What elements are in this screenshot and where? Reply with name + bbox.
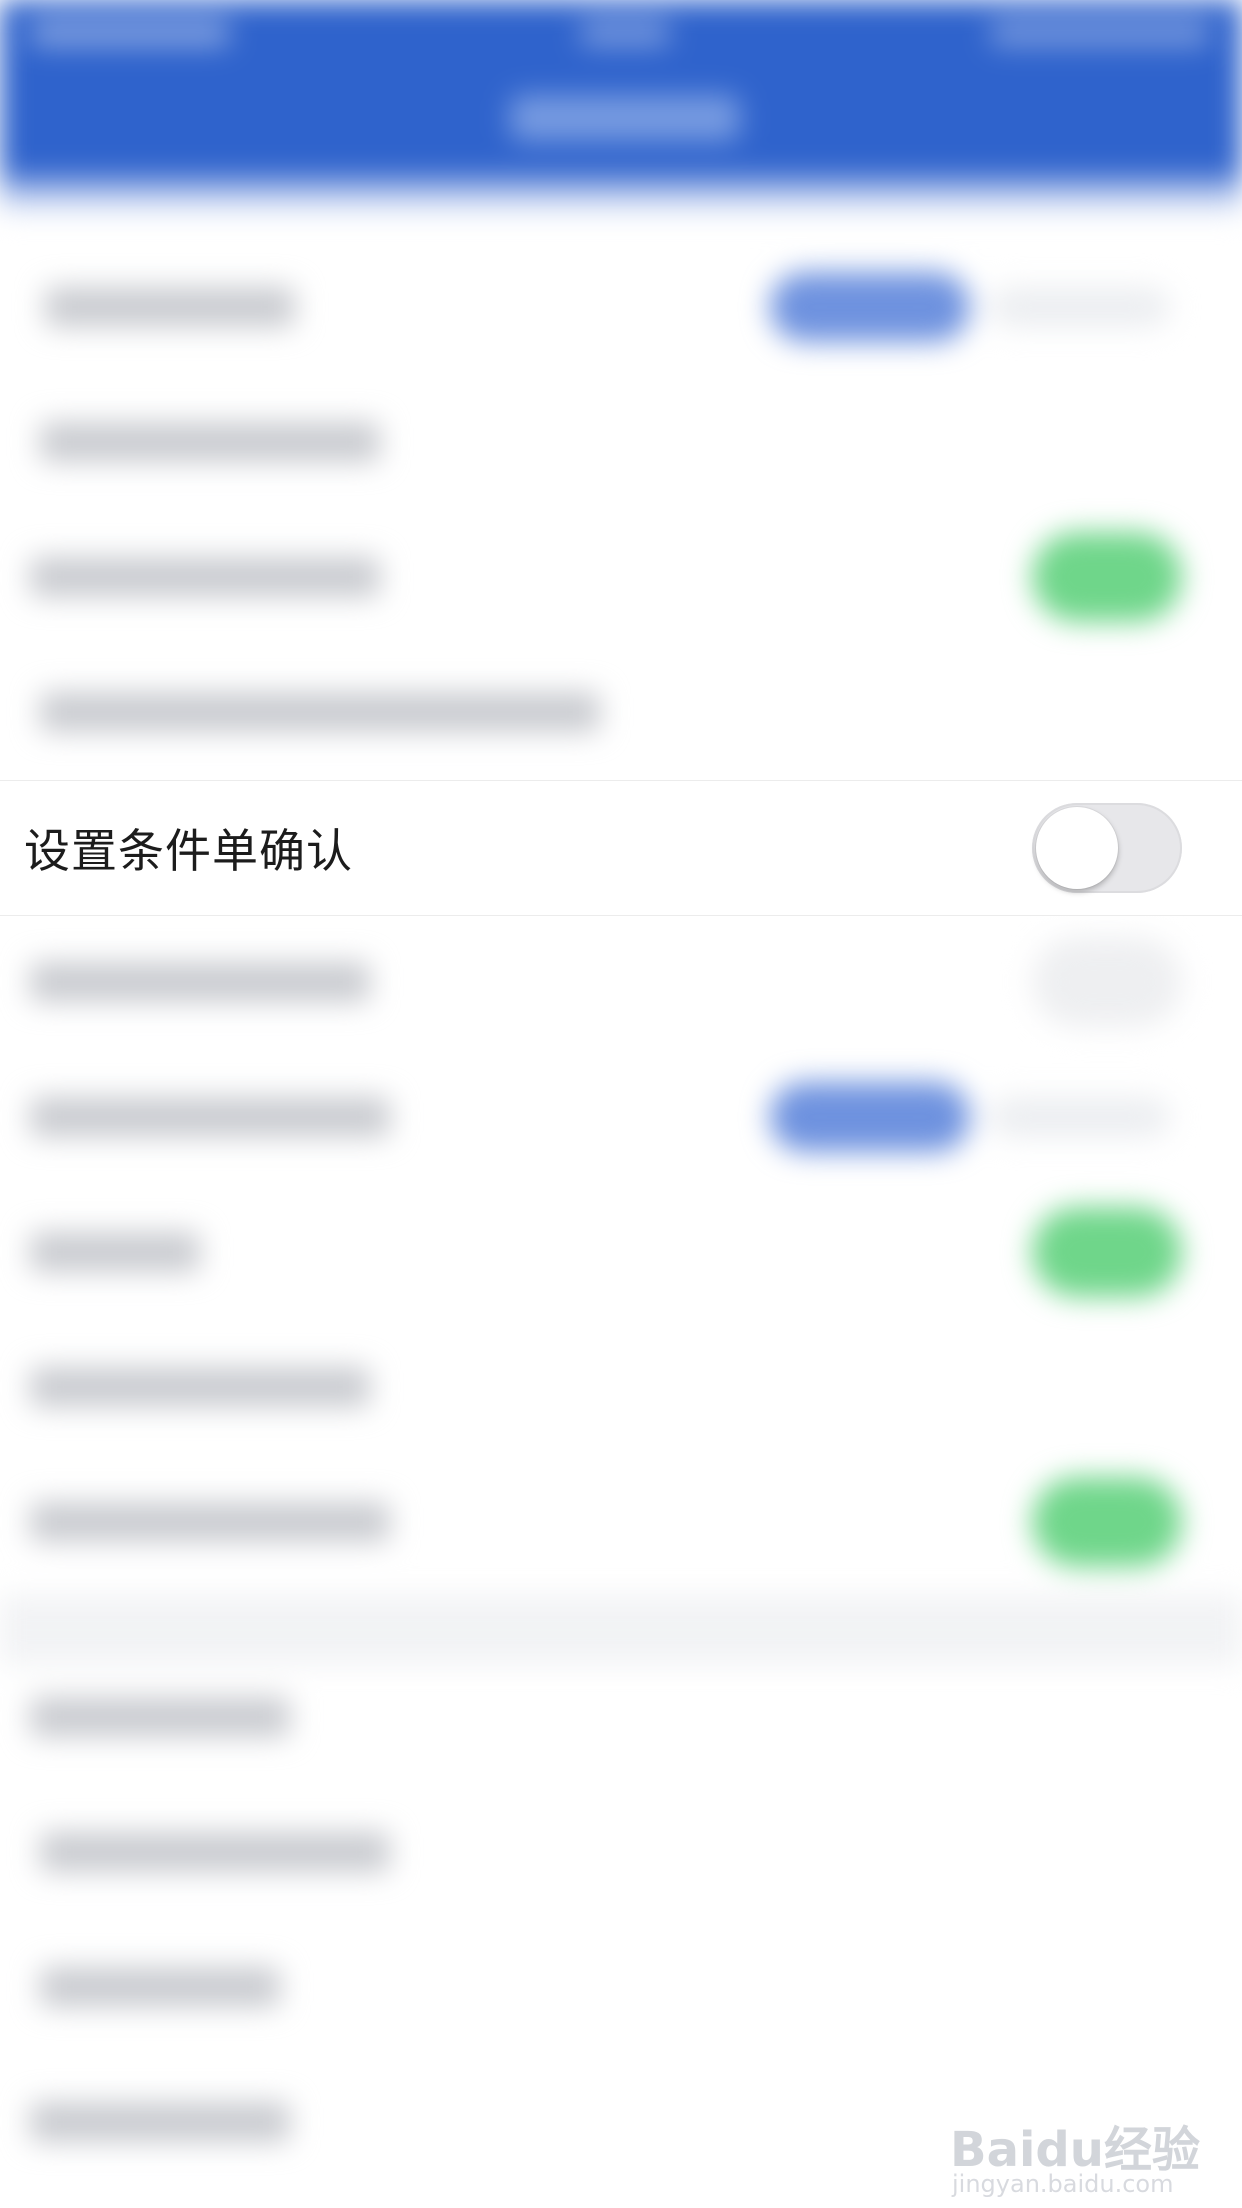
- setting-label: 设置条件单确认: [24, 824, 353, 878]
- nav-header: [0, 0, 1242, 190]
- settings-row: [0, 1185, 1242, 1319]
- status-bar-left: [30, 20, 230, 46]
- settings-row: [0, 915, 1242, 1049]
- settings-row: [0, 1785, 1242, 1919]
- settings-row: [0, 1455, 1242, 1589]
- toggle-knob: [1036, 807, 1118, 889]
- settings-row: [0, 510, 1242, 644]
- settings-row: [0, 1920, 1242, 2054]
- settings-row: [0, 240, 1242, 374]
- setting-row-conditional-order-confirm[interactable]: 设置条件单确认: [0, 780, 1242, 916]
- watermark-url: jingyan.baidu.com: [952, 2170, 1174, 2198]
- settings-row: [0, 1320, 1242, 1454]
- settings-row: [0, 1650, 1242, 1784]
- settings-row: [0, 375, 1242, 509]
- blurred-background: [0, 0, 1242, 2208]
- status-bar-center: [580, 20, 670, 46]
- settings-row: [0, 645, 1242, 779]
- baidu-jingyan-watermark: Baidu经验 jingyan.baidu.com: [950, 2070, 1220, 2198]
- settings-row: [0, 1050, 1242, 1184]
- header-shadow: [0, 175, 1242, 215]
- conditional-order-confirm-toggle[interactable]: [1032, 803, 1182, 893]
- nav-title: [510, 95, 740, 141]
- status-bar-right: [990, 20, 1210, 46]
